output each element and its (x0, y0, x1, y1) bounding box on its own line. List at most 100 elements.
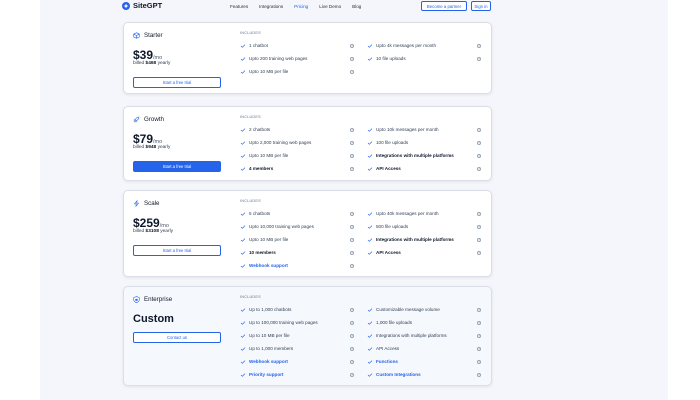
billed-yearly: billed $3108 yearly (133, 229, 173, 234)
info-icon[interactable]: i (477, 237, 482, 242)
info-icon[interactable]: i (477, 43, 482, 48)
info-icon[interactable]: i (350, 211, 355, 216)
plan-card-growth: Growth $79/mo billed $948 yearly Start a… (123, 106, 492, 181)
rocket-icon (133, 116, 140, 123)
plan-price: $79/mo (133, 132, 162, 146)
info-icon[interactable]: i (350, 307, 355, 312)
info-icon[interactable]: i (350, 69, 355, 74)
contact-us-button[interactable]: Contact us (133, 332, 221, 343)
info-icon[interactable]: i (477, 359, 482, 364)
pricing-page: SiteGPT Features Integrations Pricing Li… (40, 0, 668, 400)
billed-amount: $3108 (145, 229, 159, 234)
nav-link-pricing[interactable]: Pricing (294, 4, 308, 9)
info-icon[interactable]: i (350, 127, 355, 132)
info-icon[interactable]: i (477, 127, 482, 132)
feature-label: 4 members (249, 166, 274, 171)
info-icon[interactable]: i (350, 333, 355, 338)
check-icon (240, 372, 246, 377)
feature-item: Upto 10 MB per file (240, 153, 288, 158)
info-icon[interactable]: i (350, 56, 355, 61)
includes-label: INCLUDES (240, 295, 261, 299)
info-icon[interactable]: i (350, 372, 355, 377)
feature-label: 1 chatbot (249, 43, 268, 48)
feature-label: Up to 1,000 members (249, 346, 294, 351)
feature-label: Integrations with multiple platforms (376, 237, 454, 242)
billed-yearly: billed $948 yearly (133, 145, 170, 150)
feature-item: 2 chatbots (240, 127, 270, 132)
feature-item: Upto 10,000 training web pages (240, 224, 314, 229)
become-partner-button[interactable]: Become a partner (421, 1, 467, 11)
feature-label: Upto 2,000 training web pages (249, 140, 312, 145)
info-icon[interactable]: i (477, 372, 482, 377)
feature-label: 5 chatbots (249, 211, 271, 216)
plan-name: Growth (144, 116, 164, 123)
start-trial-button[interactable]: Start a free trial (133, 161, 221, 172)
shield-icon (133, 296, 140, 303)
check-icon (367, 127, 373, 132)
includes-label: INCLUDES (240, 31, 261, 35)
check-icon (240, 166, 246, 171)
feature-label: 500 file uploads (376, 224, 409, 229)
info-icon[interactable]: i (350, 153, 355, 158)
info-icon[interactable]: i (350, 166, 355, 171)
feature-item: 500 file uploads (367, 224, 408, 229)
start-trial-button[interactable]: Start a free trial (133, 245, 221, 256)
plan-header: Enterprise (133, 296, 172, 303)
feature-item: Up to 100,000 training web pages (240, 320, 318, 325)
info-icon[interactable]: i (350, 250, 355, 255)
plan-price: $259/mo (133, 216, 169, 230)
info-icon[interactable]: i (350, 43, 355, 48)
billed-suffix: yearly (157, 145, 171, 150)
check-icon (367, 166, 373, 171)
info-icon[interactable]: i (477, 320, 482, 325)
top-nav: SiteGPT Features Integrations Pricing Li… (40, 0, 668, 14)
info-icon[interactable]: i (477, 140, 482, 145)
check-icon (367, 43, 373, 48)
feature-label: Integrations with multiple platforms (376, 333, 447, 338)
feature-label: Upto 10k messages per month (376, 127, 439, 132)
plan-header: Scale (133, 200, 159, 207)
info-icon[interactable]: i (477, 153, 482, 158)
brand-logo[interactable]: SiteGPT (122, 1, 162, 10)
info-icon[interactable]: i (350, 359, 355, 364)
info-icon[interactable]: i (350, 263, 355, 268)
feature-item: 10 members (240, 250, 276, 255)
feature-label: Up to 10 MB per file (249, 333, 290, 338)
info-icon[interactable]: i (477, 56, 482, 61)
nav-link-integrations[interactable]: Integrations (259, 4, 283, 9)
check-icon (240, 69, 246, 74)
check-icon (367, 307, 373, 312)
info-icon[interactable]: i (477, 166, 482, 171)
billed-prefix: billed (133, 229, 145, 234)
info-icon[interactable]: i (477, 333, 482, 338)
check-icon (367, 140, 373, 145)
nav-link-live-demo[interactable]: Live Demo (319, 4, 341, 9)
feature-item: Up to 10 MB per file (240, 333, 290, 338)
nav-link-blog[interactable]: Blog (352, 4, 361, 9)
includes-label: INCLUDES (240, 115, 261, 119)
info-icon[interactable]: i (477, 250, 482, 255)
info-icon[interactable]: i (350, 224, 355, 229)
check-icon (367, 320, 373, 325)
info-icon[interactable]: i (350, 237, 355, 242)
nav-link-features[interactable]: Features (230, 4, 248, 9)
info-icon[interactable]: i (350, 140, 355, 145)
check-icon (240, 56, 246, 61)
billed-prefix: billed (133, 145, 145, 150)
info-icon[interactable]: i (477, 346, 482, 351)
check-icon (240, 211, 246, 216)
info-icon[interactable]: i (350, 320, 355, 325)
feature-item: Customizable message volume (367, 307, 440, 312)
price-amount: $79 (133, 132, 154, 146)
check-icon (367, 359, 373, 364)
feature-label: Priority support (249, 372, 284, 377)
info-icon[interactable]: i (477, 307, 482, 312)
start-trial-button[interactable]: Start a free trial (133, 77, 221, 88)
info-icon[interactable]: i (477, 224, 482, 229)
info-icon[interactable]: i (350, 346, 355, 351)
feature-item: 1 chatbot (240, 43, 268, 48)
check-icon (367, 250, 373, 255)
info-icon[interactable]: i (477, 211, 482, 216)
sign-in-button[interactable]: Sign in (471, 1, 491, 11)
feature-item: API Access (367, 166, 401, 171)
